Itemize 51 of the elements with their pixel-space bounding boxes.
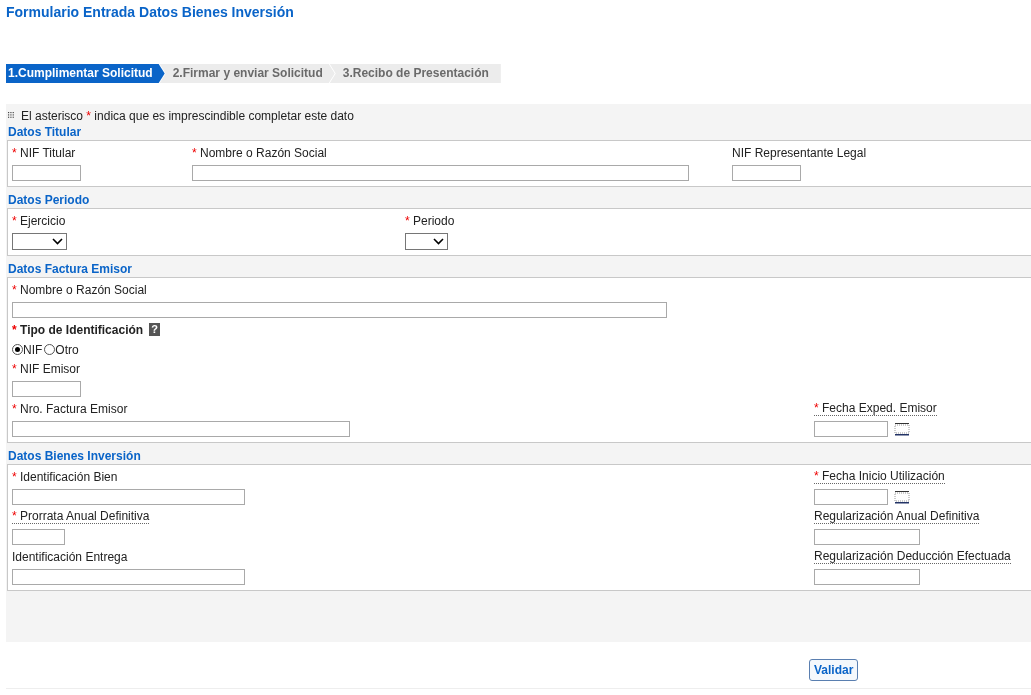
text-field[interactable]	[12, 302, 667, 318]
field-label: * Prorrata Anual Definitiva	[12, 509, 150, 524]
text-field[interactable]	[12, 489, 245, 505]
text-field[interactable]	[12, 529, 65, 545]
field-label: * Nombre o Razón Social	[192, 145, 327, 160]
text-field[interactable]	[12, 381, 81, 397]
section-heading: Datos Factura Emisor	[7, 262, 134, 276]
radio-button[interactable]	[44, 344, 56, 355]
field-label: NIF Representante Legal	[732, 145, 867, 160]
text-field[interactable]	[12, 165, 81, 181]
field-label: * Fecha Exped. Emisor	[814, 401, 937, 416]
dropdown[interactable]	[12, 233, 67, 250]
calendar-icon[interactable]	[894, 490, 910, 504]
chevron-down-icon	[52, 238, 63, 245]
radio-option[interactable]: NIF	[12, 342, 43, 357]
field-label: * Tipo de Identificación	[12, 322, 144, 337]
field-label: * Identificación Bien	[12, 469, 118, 484]
wizard-step[interactable]: 1.Cumplimentar Solicitud	[6, 64, 165, 83]
field-label: * Nro. Factura Emisor	[12, 401, 128, 416]
validate-button[interactable]: Validar	[809, 659, 859, 681]
calendar-icon[interactable]	[894, 422, 910, 436]
section-heading: Datos Periodo	[7, 193, 91, 207]
chevron-down-icon	[433, 238, 444, 245]
text-field[interactable]	[814, 569, 920, 585]
field-label: * Ejercicio	[12, 213, 66, 228]
field-label: Regularización Anual Definitiva	[814, 509, 980, 524]
radio-option[interactable]: Otro	[44, 342, 79, 357]
radio-button[interactable]	[12, 344, 23, 355]
dropdown[interactable]	[405, 233, 448, 250]
field-label: * NIF Emisor	[12, 361, 80, 376]
wizard-step[interactable]: 2.Firmar y enviar Solicitud	[159, 64, 335, 83]
section-heading: Datos Titular	[7, 125, 83, 139]
field-label: * NIF Titular	[12, 145, 76, 160]
section-heading: Datos Bienes Inversión	[7, 449, 142, 463]
field-label: * Fecha Inicio Utilización	[814, 469, 945, 484]
field-label: * Nombre o Razón Social	[12, 282, 147, 297]
date-field[interactable]	[814, 421, 888, 437]
text-field[interactable]	[12, 421, 350, 437]
page-title: Formulario Entrada Datos Bienes Inversión	[5, 3, 295, 22]
field-label: Identificación Entrega	[12, 549, 128, 564]
required-note: El asterisco * indica que es imprescindible completar este dato	[21, 108, 354, 123]
text-field[interactable]	[192, 165, 689, 181]
grip-icon	[8, 112, 15, 119]
help-button[interactable]: ?	[149, 323, 161, 336]
wizard-step[interactable]: 3.Recibo de Presentación	[329, 64, 501, 83]
date-field[interactable]	[814, 489, 888, 505]
field-label: * Periodo	[405, 213, 455, 228]
text-field[interactable]	[12, 569, 245, 585]
field-label: Regularización Deducción Efectuada	[814, 549, 1011, 564]
text-field[interactable]	[732, 165, 801, 181]
text-field[interactable]	[814, 529, 920, 545]
